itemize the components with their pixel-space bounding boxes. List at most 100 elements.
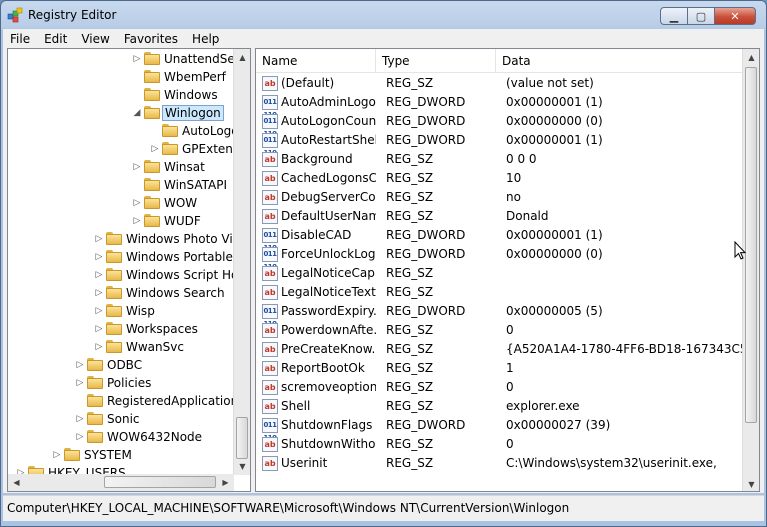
tree-node[interactable]: RegisteredApplications (8, 392, 244, 410)
value-row[interactable]: ab LegalNoticeCap... REG_SZ (256, 264, 743, 283)
value-row[interactable]: ab ReportBootOk REG_SZ 1 (256, 359, 743, 378)
value-row[interactable]: ab Background REG_SZ 0 0 0 (256, 150, 743, 169)
folder-icon (144, 70, 160, 83)
tree-node[interactable]: ▷ WwanSvc (8, 338, 234, 356)
tree-node[interactable]: ▷ Workspaces (8, 320, 234, 338)
column-header-type[interactable]: Type (376, 49, 496, 73)
tree-node[interactable]: ▷ Windows Script Hos (8, 266, 245, 284)
value-row[interactable]: abDefaultUserName REG_SZ Donald (256, 207, 743, 226)
tree-node-label: Winlogon (162, 105, 224, 121)
value-data: 1 (506, 361, 514, 375)
collapsed-arrow-icon[interactable]: ▷ (132, 196, 142, 210)
value-row[interactable]: 011 110AutoRestartShell REG_DWORD 0x000000… (256, 131, 743, 157)
collapsed-arrow-icon[interactable]: ▷ (52, 448, 62, 462)
column-header-data[interactable]: Data (496, 49, 743, 73)
collapsed-arrow-icon[interactable]: ▷ (75, 412, 85, 426)
collapsed-arrow-icon[interactable]: ▷ (94, 286, 104, 300)
value-type: REG_DWORD (386, 133, 466, 147)
collapsed-arrow-icon[interactable]: ▷ (132, 160, 142, 174)
value-row[interactable]: 011 110AutoLogonCount REG_DWORD 0x00000000… (256, 112, 743, 138)
tree-node[interactable]: AutoLogo (8, 122, 239, 140)
collapsed-arrow-icon[interactable]: ▷ (75, 358, 85, 372)
tree-node[interactable]: ▷ Windows Portable D (8, 248, 246, 266)
folder-icon (144, 160, 160, 173)
value-row[interactable]: ab scremoveoption REG_SZ 0 (256, 378, 743, 397)
tree-vertical-scrollbar[interactable]: ▲ ▼ (233, 49, 250, 475)
tree-hscroll-thumb[interactable] (104, 476, 216, 488)
maximize-icon: ▢ (695, 9, 707, 23)
tree-node[interactable]: ◢ Winlogon (8, 104, 234, 122)
collapsed-arrow-icon[interactable]: ▷ (75, 430, 85, 444)
scroll-up-icon[interactable]: ▲ (234, 49, 250, 66)
minimize-button[interactable]: ▁ (660, 7, 688, 25)
menu-help[interactable]: Help (185, 32, 226, 46)
scroll-left-icon[interactable]: ◀ (8, 474, 25, 491)
tree-node[interactable]: ▷ GPExtens (8, 140, 239, 158)
value-row[interactable]: 011 110ForceUnlockLog... REG_DWORD 0x00000… (256, 245, 743, 271)
tree-node[interactable]: ▷ WOW6432Node (8, 428, 234, 446)
menu-view[interactable]: View (74, 32, 116, 46)
tree-node[interactable]: ▷ Policies (8, 374, 234, 392)
column-header-name[interactable]: Name (256, 49, 376, 73)
tree-node[interactable]: ▷ Wisp (8, 302, 234, 320)
value-row[interactable]: ab PowerdownAfte... REG_SZ 0 (256, 321, 743, 340)
maximize-button[interactable]: ▢ (687, 7, 715, 25)
tree-node[interactable]: ▷ Sonic (8, 410, 234, 428)
collapsed-arrow-icon[interactable]: ▷ (94, 322, 104, 336)
values-list-pane[interactable]: Name Type Data ab (Default) REG_SZ (value n… (255, 48, 760, 492)
value-type: REG_SZ (386, 361, 434, 375)
key-tree-pane[interactable]: ▷ UnattendSett WbemPerf Windows ◢ Winlogon Aut… (7, 48, 251, 492)
value-data: 0x00000001 (1) (506, 133, 603, 147)
scroll-up-icon[interactable]: ▲ (743, 49, 759, 66)
value-row[interactable]: abCachedLogonsC... REG_SZ 10 (256, 169, 743, 188)
value-row[interactable]: 011 110AutoAdminLogon REG_DWORD 0x00000001… (256, 93, 743, 119)
tree-node[interactable]: ▷ SYSTEM (8, 446, 234, 464)
scroll-right-icon[interactable]: ▶ (217, 474, 234, 491)
menu-file[interactable]: File (3, 32, 37, 46)
expanded-arrow-icon[interactable]: ◢ (132, 106, 142, 120)
value-row[interactable]: 011 110DisableCAD REG_DWORD 0x00000001 (1) (256, 226, 743, 252)
menu-edit[interactable]: Edit (37, 32, 74, 46)
collapsed-arrow-icon[interactable]: ▷ (94, 232, 104, 246)
binary-value-icon: 011 110 (262, 95, 278, 119)
menu-favorites[interactable]: Favorites (117, 32, 185, 46)
collapsed-arrow-icon[interactable]: ▷ (94, 340, 104, 354)
value-row[interactable]: abDebugServerCo... REG_SZ no (256, 188, 743, 207)
collapsed-arrow-icon[interactable]: ▷ (94, 250, 104, 264)
collapsed-arrow-icon[interactable]: ▷ (94, 268, 104, 282)
tree-node-label: GPExtens (182, 142, 240, 156)
tree-node[interactable]: WinSATAPI (8, 176, 234, 194)
value-row[interactable]: ab LegalNoticeText REG_SZ (256, 283, 743, 302)
tree-node[interactable]: ▷ ODBC (8, 356, 234, 374)
value-data: (value not set) (506, 76, 594, 90)
value-row[interactable]: 011 110ShutdownFlags REG_DWORD 0x00000027 … (256, 416, 743, 442)
list-vertical-scrollbar[interactable]: ▲ ▼ (742, 49, 759, 491)
value-name: ShutdownWitho... (281, 437, 376, 451)
tree-node[interactable]: ▷ Winsat (8, 158, 234, 176)
collapsed-arrow-icon[interactable]: ▷ (94, 304, 104, 318)
tree-node[interactable]: ▷ WUDF (8, 212, 234, 230)
tree-node[interactable]: WbemPerf (8, 68, 234, 86)
value-row[interactable]: ab PreCreateKnow... REG_SZ {A520A1A4-1780-4… (256, 340, 743, 359)
collapsed-arrow-icon[interactable]: ▷ (75, 376, 85, 390)
value-row[interactable]: ab (Default) REG_SZ (value not set) (256, 74, 743, 93)
tree-node[interactable]: Windows (8, 86, 234, 104)
value-row[interactable]: ab Shell REG_SZ explorer.exe (256, 397, 743, 416)
value-row[interactable]: abShutdownWitho... REG_SZ 0 (256, 435, 743, 454)
tree-node[interactable]: ▷ Windows Photo View (8, 230, 250, 248)
collapsed-arrow-icon[interactable]: ▷ (150, 142, 160, 156)
collapsed-arrow-icon[interactable]: ▷ (132, 214, 142, 228)
value-row[interactable]: ab Userinit REG_SZ C:\Windows\system32\user… (256, 454, 743, 473)
value-row[interactable]: 011 110PasswordExpiry... REG_DWORD 0x00000… (256, 302, 743, 328)
value-type: REG_SZ (386, 456, 434, 470)
scroll-down-icon[interactable]: ▼ (743, 476, 759, 491)
tree-node[interactable]: ▷ Windows Search (8, 284, 234, 302)
title-bar[interactable]: Registry Editor ▁ ▢ ✕ (1, 1, 766, 29)
tree-node[interactable]: ▷ WOW (8, 194, 234, 212)
tree-node[interactable]: ▷ UnattendSett (8, 50, 244, 68)
tree-scroll-thumb[interactable] (236, 417, 248, 459)
tree-horizontal-scrollbar[interactable]: ◀ ▶ (8, 474, 234, 491)
scroll-down-icon[interactable]: ▼ (234, 458, 250, 475)
collapsed-arrow-icon[interactable]: ▷ (132, 52, 142, 66)
close-button[interactable]: ✕ (714, 7, 756, 25)
